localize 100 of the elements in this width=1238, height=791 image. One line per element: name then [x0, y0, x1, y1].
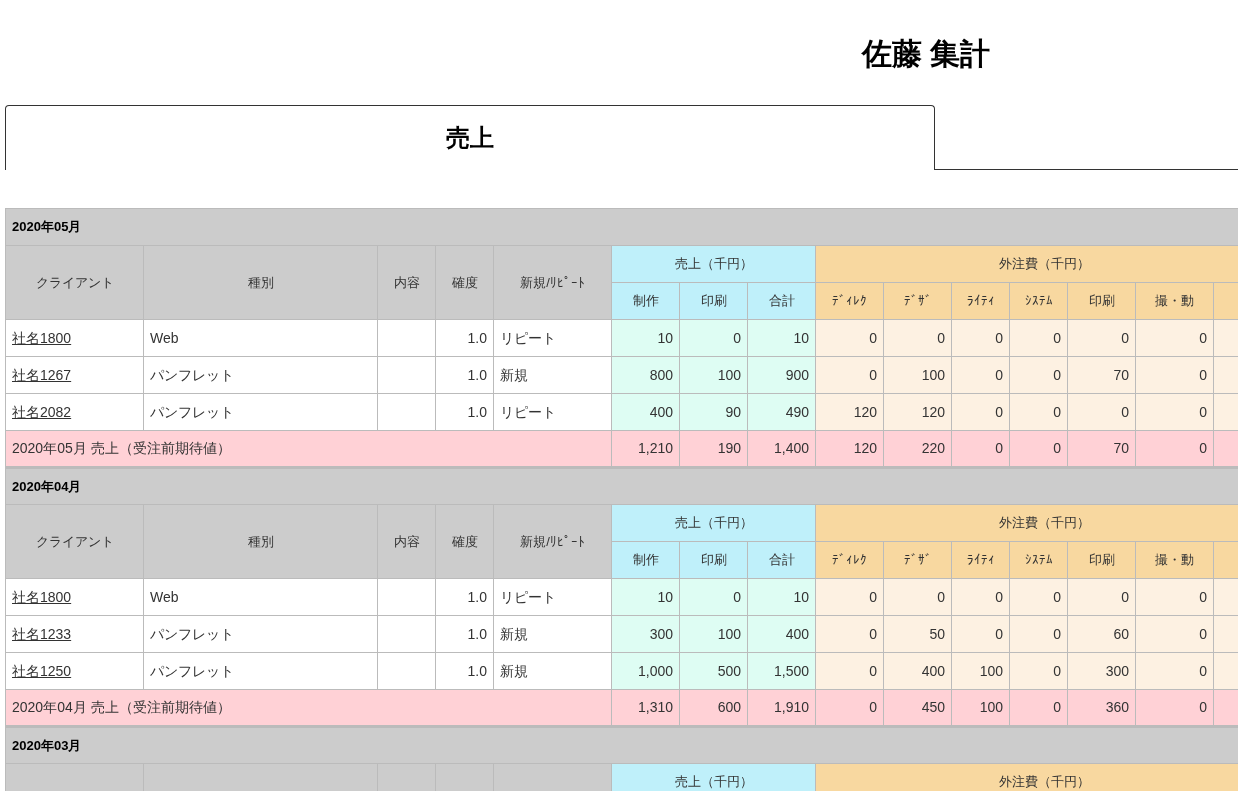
table-cell: 60 [1067, 615, 1136, 653]
table-cell: 120 [815, 393, 884, 431]
column-header: ｼｽﾃﾑ [1009, 282, 1068, 320]
table-cell: 0 [883, 578, 952, 616]
client-link[interactable]: 社名1800 [12, 329, 72, 346]
table-cell: パンフレット [143, 615, 378, 653]
table-cell: リピート [493, 578, 612, 616]
table-cell: 0 [1009, 356, 1068, 394]
table-cell: 10 [611, 578, 680, 616]
table-cell: 0 [1135, 393, 1214, 431]
column-header: 制作 [611, 541, 680, 579]
table-cell: 0 [1067, 393, 1136, 431]
table-cell: 0 [1009, 652, 1068, 690]
table-cell: 90 [679, 393, 748, 431]
table-cell: 0 [815, 615, 884, 653]
table-cell: リピート [493, 319, 612, 357]
table-cell: 10 [611, 319, 680, 357]
column-header: 印刷 [679, 541, 748, 579]
table-cell: 1.0 [435, 393, 494, 431]
page-title: 佐藤 集計 [862, 36, 991, 72]
table-cell: 10 [747, 578, 816, 616]
outsourcing-group-header: 外注費（千円） [815, 504, 1238, 542]
column-header: 新規/ﾘﾋﾟｰﾄ [493, 245, 612, 320]
column-header: 確度 [435, 504, 494, 579]
table-cell: 0 [1135, 652, 1214, 690]
client-link[interactable]: 社名1233 [12, 625, 72, 642]
table-cell: 1,500 [747, 652, 816, 690]
column-header: クライアント [5, 245, 144, 320]
table-cell: パンフレット [143, 652, 378, 690]
table-cell: 1.0 [435, 578, 494, 616]
column-header: 印刷 [1067, 541, 1136, 579]
table-cell: 0 [951, 615, 1010, 653]
table-cell: 490 [747, 393, 816, 431]
table-cell: 0 [815, 652, 884, 690]
table-cell: 120 [883, 393, 952, 431]
column-header: ﾗｲﾃｨ [951, 541, 1010, 579]
table-cell: 1.0 [435, 615, 494, 653]
total-label: 2020年04月 売上（受注前期待値） [5, 689, 612, 727]
column-header: 新規/ﾘﾋﾟｰﾄ [493, 504, 612, 579]
column-header: 制作 [611, 282, 680, 320]
table-cell: 0 [1135, 319, 1214, 357]
table-cell: 300 [611, 615, 680, 653]
table-cell: パンフレット [143, 356, 378, 394]
table-cell: 0 [1009, 615, 1068, 653]
table-cell: 0 [883, 319, 952, 357]
table-cell: 0 [951, 356, 1010, 394]
table-cell: 400 [611, 393, 680, 431]
table-cell: 10 [747, 319, 816, 357]
table-cell: 500 [679, 652, 748, 690]
column-header: 撮・動 [1135, 282, 1214, 320]
column-header: ﾃﾞｻﾞ [883, 541, 952, 579]
table-cell: 400 [747, 615, 816, 653]
sales-group-header: 売上（千円） [611, 504, 816, 542]
table-cell: Web [143, 319, 378, 357]
column-header: 種別 [143, 245, 378, 320]
client-link[interactable]: 社名1267 [12, 366, 72, 383]
table-cell: 0 [679, 319, 748, 357]
table-cell: 新規 [493, 615, 612, 653]
table-cell: リピート [493, 393, 612, 431]
table-cell: 100 [679, 615, 748, 653]
table-cell: 400 [883, 652, 952, 690]
sales-group-header: 売上（千円） [611, 245, 816, 283]
outsourcing-group-header: 外注費（千円） [815, 763, 1238, 791]
table-cell: 0 [1009, 319, 1068, 357]
table-cell: 100 [883, 356, 952, 394]
table-cell: 900 [747, 356, 816, 394]
total-label: 2020年05月 売上（受注前期待値） [5, 430, 612, 468]
table-cell: 0 [1009, 393, 1068, 431]
outsourcing-group-header: 外注費（千円） [815, 245, 1238, 283]
table-cell: 新規 [493, 356, 612, 394]
table-cell: 0 [951, 578, 1010, 616]
column-header: 種別 [143, 504, 378, 579]
table-cell: 1,000 [611, 652, 680, 690]
table-cell: 0 [1067, 319, 1136, 357]
table-cell: 0 [1009, 578, 1068, 616]
column-header: 内容 [377, 245, 436, 320]
table-cell: 0 [1067, 578, 1136, 616]
table-cell: 1.0 [435, 319, 494, 357]
sales-group-header: 売上（千円） [611, 763, 816, 791]
table-cell: 1.0 [435, 652, 494, 690]
client-link[interactable]: 社名1800 [12, 588, 72, 605]
client-link[interactable]: 社名2082 [12, 403, 72, 420]
column-header: 印刷 [679, 282, 748, 320]
table-cell: 0 [815, 356, 884, 394]
client-link[interactable]: 社名1250 [12, 662, 72, 679]
tab[interactable]: 売上 [5, 105, 935, 170]
column-header: ﾃﾞｨﾚｸ [815, 282, 884, 320]
table-cell: 300 [1067, 652, 1136, 690]
table-cell: 100 [679, 356, 748, 394]
column-header: 合計 [747, 282, 816, 320]
column-header: 内容 [377, 504, 436, 579]
table-cell: 800 [611, 356, 680, 394]
table-cell: 0 [815, 578, 884, 616]
table-cell: 新規 [493, 652, 612, 690]
column-header: ﾗｲﾃｨ [951, 282, 1010, 320]
table-cell: 0 [951, 319, 1010, 357]
column-header: クライアント [5, 504, 144, 579]
month-heading: 2020年03月 [12, 737, 82, 753]
column-header: ﾃﾞｨﾚｸ [815, 541, 884, 579]
table-cell: 0 [951, 393, 1010, 431]
